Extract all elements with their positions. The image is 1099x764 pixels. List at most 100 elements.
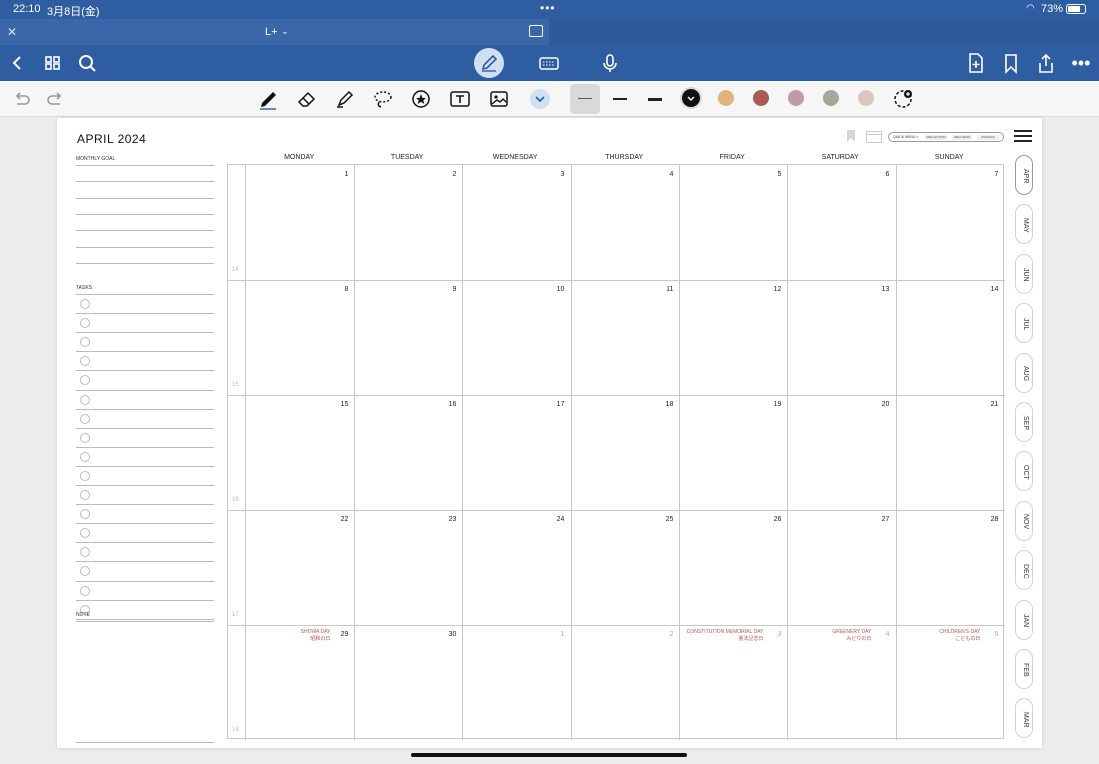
month-tab-jun[interactable]: JUN bbox=[1015, 253, 1033, 294]
month-tab-feb[interactable]: FEB bbox=[1015, 649, 1033, 689]
stroke-thin-option[interactable] bbox=[570, 84, 600, 114]
share-icon[interactable] bbox=[1034, 52, 1058, 74]
quick-menu-reflection[interactable]: REFLECTION bbox=[925, 135, 947, 140]
day-number[interactable]: 13 bbox=[869, 286, 890, 293]
grid-view-icon[interactable] bbox=[41, 52, 65, 74]
document-tab[interactable]: ✕ L+ ⌄ bbox=[0, 19, 549, 45]
month-tab-dec[interactable]: DEC bbox=[1015, 550, 1033, 591]
eraser-tool-icon[interactable] bbox=[295, 87, 319, 111]
day-number[interactable]: 17 bbox=[544, 401, 565, 408]
color-swatch-tan[interactable] bbox=[718, 90, 734, 106]
task-checkbox[interactable] bbox=[80, 413, 90, 424]
task-checkbox[interactable] bbox=[80, 547, 90, 558]
day-number[interactable]: 5 bbox=[761, 171, 781, 178]
color-swatch-brown[interactable] bbox=[753, 90, 769, 106]
month-tab-apr[interactable]: APR bbox=[1015, 155, 1033, 195]
day-number[interactable]: 18 bbox=[653, 401, 674, 408]
task-checkbox[interactable] bbox=[80, 318, 90, 329]
day-number[interactable]: 1 bbox=[328, 171, 348, 178]
day-number[interactable]: 22 bbox=[328, 516, 349, 523]
multitask-dots-icon[interactable]: ••• bbox=[540, 1, 556, 15]
tab-title[interactable]: L+ bbox=[265, 26, 278, 38]
calendar-grid[interactable]: 14 1 2 3 4 5 6 7 15 8 9 10 11 12 13 14 16 15 16 17 18 19 20 21 1… bbox=[227, 164, 1005, 740]
day-number[interactable]: 2 bbox=[436, 171, 456, 178]
bookmark-page-icon[interactable] bbox=[846, 130, 856, 142]
day-number[interactable]: 5 bbox=[978, 631, 998, 638]
day-number[interactable]: 20 bbox=[869, 401, 890, 408]
day-number[interactable]: 30 bbox=[436, 631, 457, 638]
color-swatch-mauve[interactable] bbox=[788, 90, 804, 106]
more-options-icon[interactable]: ••• bbox=[1069, 52, 1093, 74]
add-color-icon[interactable] bbox=[891, 87, 915, 111]
day-number[interactable]: 14 bbox=[978, 286, 999, 293]
day-number[interactable]: 11 bbox=[653, 286, 673, 293]
day-number[interactable]: 2 bbox=[653, 631, 673, 638]
text-tool-icon[interactable] bbox=[448, 87, 472, 111]
menu-icon[interactable] bbox=[1014, 130, 1032, 144]
task-checkbox[interactable] bbox=[80, 356, 90, 367]
more-tools-icon[interactable] bbox=[528, 87, 552, 111]
chevron-down-icon[interactable]: ⌄ bbox=[281, 26, 289, 37]
day-number[interactable]: 16 bbox=[436, 401, 457, 408]
day-number[interactable]: 23 bbox=[436, 516, 457, 523]
split-view-icon[interactable] bbox=[529, 25, 543, 37]
day-number[interactable]: 8 bbox=[328, 286, 348, 293]
search-icon[interactable] bbox=[76, 52, 100, 74]
month-tab-jul[interactable]: JUL bbox=[1015, 303, 1033, 344]
keyboard-icon[interactable] bbox=[537, 52, 561, 74]
microphone-icon[interactable] bbox=[598, 52, 622, 74]
close-tab-icon[interactable]: ✕ bbox=[7, 25, 17, 39]
bookmark-icon[interactable] bbox=[999, 52, 1023, 74]
month-tab-jan[interactable]: JAN bbox=[1015, 599, 1033, 640]
task-checkbox[interactable] bbox=[80, 299, 90, 309]
stroke-medium-option[interactable] bbox=[613, 98, 627, 100]
day-number[interactable]: 15 bbox=[328, 401, 349, 408]
month-tab-nov[interactable]: NOV bbox=[1015, 500, 1033, 541]
add-page-icon[interactable] bbox=[964, 52, 988, 74]
task-checkbox[interactable] bbox=[80, 509, 90, 520]
task-checkbox[interactable] bbox=[80, 337, 90, 348]
day-number[interactable]: 25 bbox=[653, 516, 674, 523]
task-checkbox[interactable] bbox=[80, 394, 90, 405]
task-checkbox[interactable] bbox=[80, 470, 90, 481]
pen-mode-button[interactable] bbox=[474, 48, 504, 78]
lasso-tool-icon[interactable] bbox=[371, 87, 395, 111]
color-swatch-black[interactable] bbox=[682, 89, 700, 107]
day-number[interactable]: 6 bbox=[869, 171, 889, 178]
day-number[interactable]: 24 bbox=[544, 516, 565, 523]
quick-menu-finance[interactable]: FINANCE bbox=[977, 135, 999, 140]
task-checkbox[interactable] bbox=[80, 490, 90, 500]
shapes-tool-icon[interactable] bbox=[409, 87, 433, 111]
task-checkbox[interactable] bbox=[80, 375, 90, 386]
day-number[interactable]: 3 bbox=[761, 631, 781, 638]
redo-icon[interactable] bbox=[44, 87, 68, 111]
day-number[interactable]: 27 bbox=[869, 516, 890, 523]
day-number[interactable]: 9 bbox=[436, 286, 456, 293]
day-number[interactable]: 4 bbox=[653, 171, 673, 178]
day-number[interactable]: 7 bbox=[978, 171, 998, 178]
task-checkbox[interactable] bbox=[80, 432, 90, 443]
month-tab-aug[interactable]: AUG bbox=[1015, 352, 1033, 393]
stroke-thick-option[interactable] bbox=[648, 98, 662, 101]
color-swatch-beige[interactable] bbox=[858, 90, 874, 106]
day-number[interactable]: 3 bbox=[544, 171, 564, 178]
month-tab-may[interactable]: MAY bbox=[1015, 204, 1033, 245]
day-number[interactable]: 19 bbox=[761, 401, 782, 408]
day-number[interactable]: 10 bbox=[544, 286, 565, 293]
color-swatch-sage[interactable] bbox=[823, 90, 839, 106]
month-tab-sep[interactable]: SEP bbox=[1015, 402, 1033, 442]
highlighter-tool-icon[interactable] bbox=[333, 87, 357, 111]
back-icon[interactable] bbox=[6, 52, 30, 74]
day-number[interactable]: 21 bbox=[978, 401, 999, 408]
task-checkbox[interactable] bbox=[80, 528, 90, 539]
task-checkbox[interactable] bbox=[80, 566, 90, 577]
quick-menu[interactable]: QUICK MENU > REFLECTION WELLNESS FINANCE bbox=[888, 132, 1004, 142]
day-number[interactable]: 26 bbox=[761, 516, 782, 523]
day-number[interactable]: 12 bbox=[761, 286, 782, 293]
pen-tool-icon[interactable] bbox=[256, 87, 280, 111]
task-checkbox[interactable] bbox=[80, 585, 90, 596]
day-number[interactable]: 29 bbox=[328, 631, 349, 638]
day-number[interactable]: 4 bbox=[869, 631, 889, 638]
task-checkbox[interactable] bbox=[80, 451, 90, 462]
day-number[interactable]: 1 bbox=[544, 631, 564, 638]
